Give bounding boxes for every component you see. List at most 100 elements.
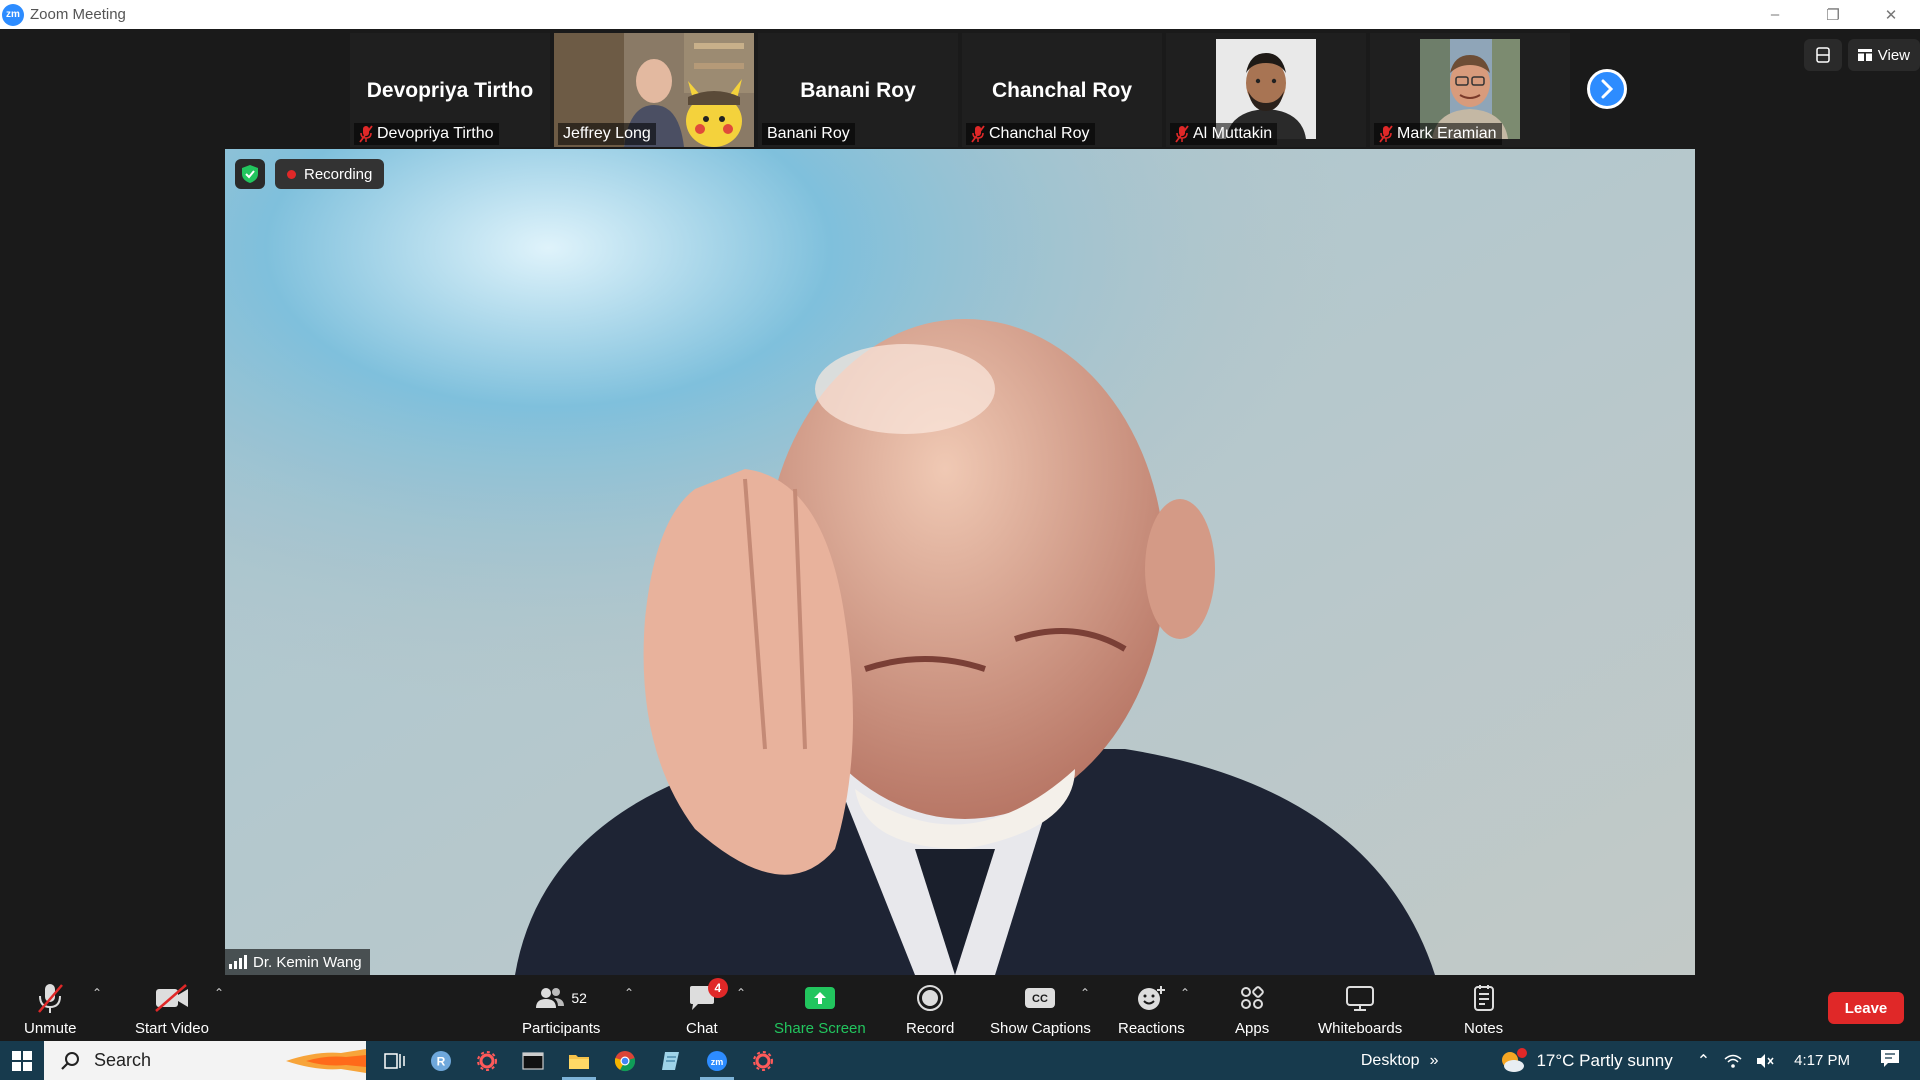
video-options-caret[interactable]: ⌃ [214,986,224,1000]
apps-button[interactable]: Apps [1235,982,1269,1037]
taskbar-clock[interactable]: 4:17 PM [1794,1052,1850,1069]
chevron-up-icon[interactable]: ⌃ [1697,1051,1710,1071]
chevron-right-icon [1601,79,1614,99]
notes-button[interactable]: Notes [1464,982,1503,1037]
taskbar-gear-app[interactable] [464,1041,510,1080]
participant-tile[interactable]: Devopriya Tirtho Devopriya Tirtho [350,33,550,147]
status-badges: Recording [235,159,385,189]
audio-options-caret[interactable]: ⌃ [92,986,102,1000]
taskbar-r-app[interactable]: R [418,1041,464,1080]
window-title: Zoom Meeting [30,6,126,23]
tray-icons: ⌃ [1697,1051,1774,1071]
participants-icon [536,988,565,1008]
reactions-icon [1138,986,1166,1010]
close-button[interactable]: ✕ [1862,0,1920,29]
volume-muted-icon[interactable] [1756,1053,1774,1069]
next-page-button[interactable] [1587,69,1627,109]
taskbar-chrome[interactable] [602,1041,648,1080]
captions-icon: CC [1025,988,1056,1008]
recording-indicator[interactable]: Recording [275,159,385,189]
chat-options-caret[interactable]: ⌃ [736,986,746,1000]
unmute-label: Unmute [24,1020,77,1037]
notes-label: Notes [1464,1020,1504,1037]
gear-app-icon [753,1050,773,1071]
participant-label: Jeffrey Long [558,123,656,145]
taskbar-search-box[interactable]: Search [44,1041,366,1080]
participants-count: 52 [571,990,587,1006]
show-captions-label: Show Captions [990,1020,1091,1037]
participants-button[interactable]: 52 Participants [522,982,600,1037]
record-label: Record [906,1020,955,1037]
zoom-app-icon: zm [707,1050,727,1071]
share-screen-button[interactable]: Share Screen [774,982,866,1037]
reactions-label: Reactions [1118,1020,1185,1037]
zoom-logo-icon: zm [2,3,24,26]
view-button[interactable]: View [1847,39,1920,71]
chat-unread-badge: 4 [707,978,728,998]
recording-dot-icon [287,169,296,179]
grid-icon [1857,49,1872,61]
reactions-button[interactable]: Reactions [1118,982,1185,1037]
participant-tile[interactable]: Mark Eramian [1370,33,1570,147]
gear-app-icon [477,1050,497,1071]
participant-label: Devopriya Tirtho [354,123,499,145]
notes-icon [1473,985,1494,1011]
leave-button[interactable]: Leave [1828,992,1904,1024]
svg-text:zm: zm [711,1057,724,1067]
desktop-toolbar[interactable]: Desktop » [1361,1052,1439,1070]
speaker-video-frame [225,149,1695,975]
participant-tile[interactable]: Al Muttakin [1166,33,1366,147]
search-label: Search [94,1050,152,1070]
active-speaker-video[interactable]: Recording Dr. Kemin Wang [225,149,1695,975]
weather-widget[interactable]: 17°C Partly sunny [1498,1047,1673,1074]
taskbar-notepad[interactable] [648,1041,694,1080]
restore-button[interactable]: ❐ [1804,0,1862,29]
gallery-strip: Devopriya Tirtho Devopriya Tirtho Jeffre… [350,33,1570,147]
record-icon [917,985,944,1011]
participant-name: Jeffrey Long [563,125,651,142]
notification-center-button[interactable] [1880,1048,1900,1073]
meeting-toolbar: Unmute ⌃ Start Video ⌃ 52 Participants ⌃… [0,976,1920,1041]
participant-label: Banani Roy [762,123,855,145]
speaker-name-tag: Dr. Kemin Wang [225,949,370,975]
task-view-button[interactable] [372,1041,418,1080]
view-label: View [1877,46,1910,64]
start-button[interactable] [0,1041,44,1080]
top-right-controls: View [1803,39,1920,71]
record-button[interactable]: Record [906,982,954,1037]
terminal-icon [522,1051,544,1070]
task-view-icon [384,1052,405,1069]
chat-button[interactable]: 4 Chat [686,978,728,1037]
whiteboards-button[interactable]: Whiteboards [1318,982,1402,1037]
participant-name: Al Muttakin [1193,125,1273,142]
participant-tile[interactable]: Banani Roy Banani Roy [758,33,958,147]
participant-tile[interactable]: Chanchal Roy Chanchal Roy [962,33,1162,147]
minimize-view-button[interactable] [1803,39,1842,71]
security-shield-icon[interactable] [235,159,265,189]
notepad-icon [662,1051,679,1070]
taskbar-terminal-app[interactable] [510,1041,556,1080]
window-controls: – ❐ ✕ [1746,0,1920,29]
captions-options-caret[interactable]: ⌃ [1080,986,1090,1000]
title-bar: zm Zoom Meeting – ❐ ✕ [0,0,1920,29]
reactions-options-caret[interactable]: ⌃ [1180,986,1190,1000]
video-off-icon [155,984,188,1012]
chat-label: Chat [686,1020,718,1037]
show-captions-button[interactable]: CC Show Captions [990,982,1091,1037]
taskbar-zoom[interactable]: zm [694,1041,740,1080]
svg-text:R: R [437,1054,446,1068]
muted-mic-icon [1379,125,1393,143]
search-icon [61,1051,79,1070]
participant-name: Chanchal Roy [989,125,1090,142]
whiteboard-icon [1346,986,1375,1011]
folder-icon [569,1054,589,1069]
minimize-button[interactable]: – [1746,0,1804,29]
network-icon[interactable] [1724,1053,1742,1069]
taskbar-gear-app-2[interactable] [740,1041,786,1080]
unmute-button[interactable]: Unmute [24,982,77,1037]
participant-tile[interactable]: Jeffrey Long [554,33,754,147]
participants-options-caret[interactable]: ⌃ [624,986,634,1000]
start-video-button[interactable]: Start Video [135,982,209,1037]
participant-name: Devopriya Tirtho [377,125,494,142]
taskbar-file-explorer[interactable] [556,1041,602,1080]
